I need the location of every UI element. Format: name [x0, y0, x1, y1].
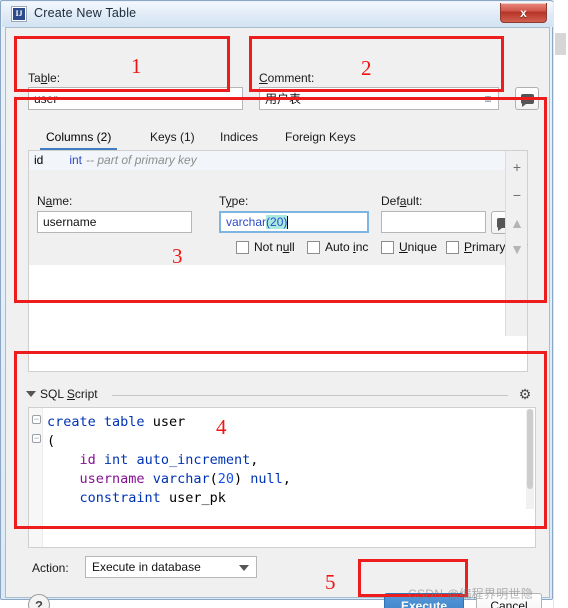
arrow-up-icon[interactable]: ▲ — [506, 211, 528, 235]
expand-icon[interactable]: ⧈ — [482, 93, 494, 105]
fold-marker-1[interactable]: − — [32, 415, 41, 424]
sql-token-create: create — [47, 414, 96, 430]
tab-foreign-keys[interactable]: Foreign Keys — [279, 128, 362, 148]
sql-token-autoincrement: auto_increment — [136, 452, 251, 468]
page-scrollbar[interactable] — [553, 0, 568, 608]
checkbox-box — [307, 240, 320, 254]
tab-columns[interactable]: Columns (2) — [40, 128, 118, 150]
gear-icon[interactable]: ⚙ — [516, 385, 534, 403]
window-title: Create New Table — [34, 6, 137, 20]
watermark: CSDN @编程界明世隐 — [408, 587, 534, 601]
checkbox-auto-inc[interactable]: Auto inc — [307, 240, 368, 254]
chevron-down-icon — [239, 565, 249, 571]
title-bar: IJ Create New Table x — [2, 2, 553, 27]
sql-token-constraint: constraint — [79, 490, 161, 506]
comment-label: Comment: — [259, 71, 315, 85]
dialog-body: Table: user Comment: 用户表 ⧈ Columns (2) K… — [5, 27, 551, 608]
checkbox-box — [446, 240, 459, 254]
header-divider — [112, 395, 508, 396]
minus-icon[interactable]: − — [506, 183, 528, 207]
sql-token-id: id — [79, 452, 96, 468]
close-button[interactable]: x — [500, 3, 547, 23]
column-default-input[interactable] — [381, 211, 486, 233]
type-label: Type: — [219, 194, 249, 208]
column-comment-cell: -- part of primary key — [86, 153, 197, 167]
column-flags-row: Not null Auto inc Unique Primary key — [29, 240, 527, 260]
sql-token-table: table — [103, 414, 145, 430]
sql-token-comma-1: , — [250, 452, 259, 468]
type-keyword-token: varchar — [226, 215, 267, 229]
table-editor-tabs: Columns (2) Keys (1) Indices Foreign Key… — [28, 128, 528, 150]
checkbox-unique[interactable]: Unique — [381, 240, 437, 254]
action-select[interactable]: Execute in database — [85, 556, 257, 578]
tab-keys[interactable]: Keys (1) — [144, 128, 201, 148]
table-row[interactable]: id int -- part of primary key — [29, 151, 507, 170]
checkbox-label: Unique — [399, 240, 438, 254]
name-label: Name: — [37, 194, 73, 208]
sql-token-null: null — [250, 471, 283, 487]
checkbox-box — [381, 240, 394, 254]
table-label: Table: — [28, 71, 61, 85]
column-type-input[interactable]: varchar(20) — [219, 211, 369, 233]
dialog-content: Table: user Comment: 用户表 ⧈ Columns (2) K… — [6, 28, 551, 608]
fold-marker-2[interactable]: − — [32, 434, 41, 443]
sql-script-header: SQL Script ⚙ — [20, 386, 536, 404]
scrollbar-track — [553, 0, 554, 608]
editor-scrollbar[interactable] — [526, 409, 534, 509]
comment-icon — [520, 93, 534, 107]
sql-script-label: SQL Script — [40, 387, 98, 401]
triangle-down-icon[interactable] — [26, 391, 36, 397]
type-length-token: 20 — [270, 215, 284, 229]
sql-token-comma-2: , — [282, 471, 291, 487]
table-name-input[interactable]: user — [28, 87, 243, 110]
screenshot-root: IJ Create New Table x Table: user Commen… — [0, 0, 568, 608]
column-name-input[interactable]: username — [37, 211, 192, 233]
columns-lower-strip — [28, 336, 528, 372]
plus-icon[interactable]: + — [506, 155, 528, 179]
checkbox-box — [236, 240, 249, 254]
comment-icon-button[interactable] — [515, 87, 539, 110]
editor-gutter: − − — [29, 408, 43, 547]
table-comment-input[interactable]: 用户表 ⧈ — [259, 87, 499, 110]
text-caret — [287, 215, 289, 229]
sql-code: create table user ( id int auto_incremen… — [47, 414, 291, 506]
column-type-cell: int — [69, 153, 83, 167]
sql-token-pkname: user_pk — [168, 490, 226, 506]
sql-token-int: int — [103, 452, 129, 468]
scrollbar-thumb[interactable] — [555, 33, 566, 55]
arrow-down-icon[interactable]: ▼ — [506, 237, 528, 261]
sql-token-varchar: varchar — [152, 471, 210, 487]
comment-input-value: 用户表 — [265, 92, 302, 106]
checkbox-label: Auto inc — [325, 240, 369, 254]
column-name-cell: id — [34, 153, 44, 167]
sql-script-editor[interactable]: − − create table user ( id int auto_incr… — [28, 407, 536, 548]
checkbox-label: Not null — [254, 240, 295, 254]
default-label: Default: — [381, 194, 423, 208]
sql-token-length: 20 — [217, 471, 234, 487]
action-label: Action: — [32, 561, 69, 575]
intellij-idea-icon: IJ — [11, 6, 27, 22]
action-select-value: Execute in database — [92, 560, 201, 574]
help-button[interactable]: ? — [28, 594, 50, 608]
dialog-window: IJ Create New Table x Table: user Commen… — [0, 0, 553, 608]
sql-token-tablename: user — [152, 414, 186, 430]
sql-token-open-paren: ( — [47, 433, 56, 449]
checkbox-not-null[interactable]: Not null — [236, 240, 295, 254]
tab-indices[interactable]: Indices — [214, 128, 264, 148]
scrollbar-thumb[interactable] — [527, 409, 533, 489]
sql-token-username: username — [79, 471, 145, 487]
column-form: Name: username Type: varchar(20) Default… — [29, 170, 527, 265]
